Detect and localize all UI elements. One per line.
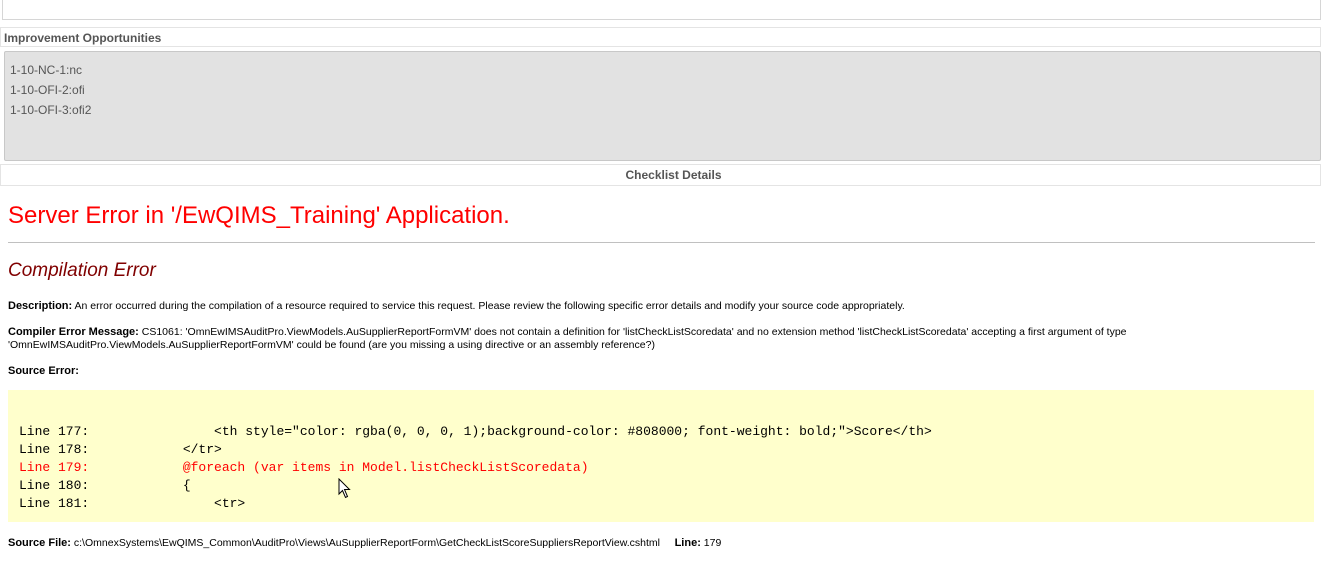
code-line-highlighted: Line 179: @foreach (var items in Model.l… [19,460,589,475]
mouse-pointer-icon [338,478,351,499]
error-description: Description: An error occurred during th… [8,300,1308,313]
source-file-label: Source File: [8,537,71,549]
compiler-error-label: Compiler Error Message: [8,326,139,338]
line-number: 179 [703,537,722,549]
compiler-error-message: Compiler Error Message: CS1061: 'OmnEwIM… [8,326,1308,352]
list-item: 1-10-OFI-2:ofi [10,83,85,97]
code-line: Line 177: <th style="color: rgba(0, 0, 0… [19,424,932,439]
previous-section-box [2,0,1321,20]
source-error-heading: Source Error: [8,365,1308,378]
description-label: Description: [8,300,73,312]
improvement-opportunities-title: Improvement Opportunities [4,31,162,45]
list-item: 1-10-NC-1:nc [10,63,83,77]
compiler-error-text: CS1061: 'OmnEwIMSAuditPro.ViewModels.AuS… [8,326,1127,351]
divider [8,242,1315,243]
improvement-opportunities-header [0,27,1321,47]
line-label: Line: [674,537,701,549]
description-text: An error occurred during the compilation… [74,300,905,312]
code-line: Line 181: <tr> [19,496,246,511]
source-file-info: Source File: c:\OmnexSystems\EwQIMS_Comm… [8,537,1308,550]
error-page-title: Server Error in '/EwQIMS_Training' Appli… [8,202,510,229]
source-file-path: c:\OmnexSystems\EwQIMS_Common\AuditPro\V… [73,537,660,549]
source-error-label: Source Error: [8,365,79,377]
checklist-details-header[interactable]: Checklist Details [0,164,1321,186]
list-item: 1-10-OFI-3:ofi2 [10,103,92,117]
improvement-opportunities-list[interactable]: 1-10-NC-1:nc 1-10-OFI-2:ofi 1-10-OFI-3:o… [4,51,1321,161]
code-line: Line 178: </tr> [19,442,222,457]
error-subtitle: Compilation Error [8,260,156,281]
code-line: Line 180: { [19,478,191,493]
source-code-block: Line 177: <th style="color: rgba(0, 0, 0… [8,390,1314,522]
